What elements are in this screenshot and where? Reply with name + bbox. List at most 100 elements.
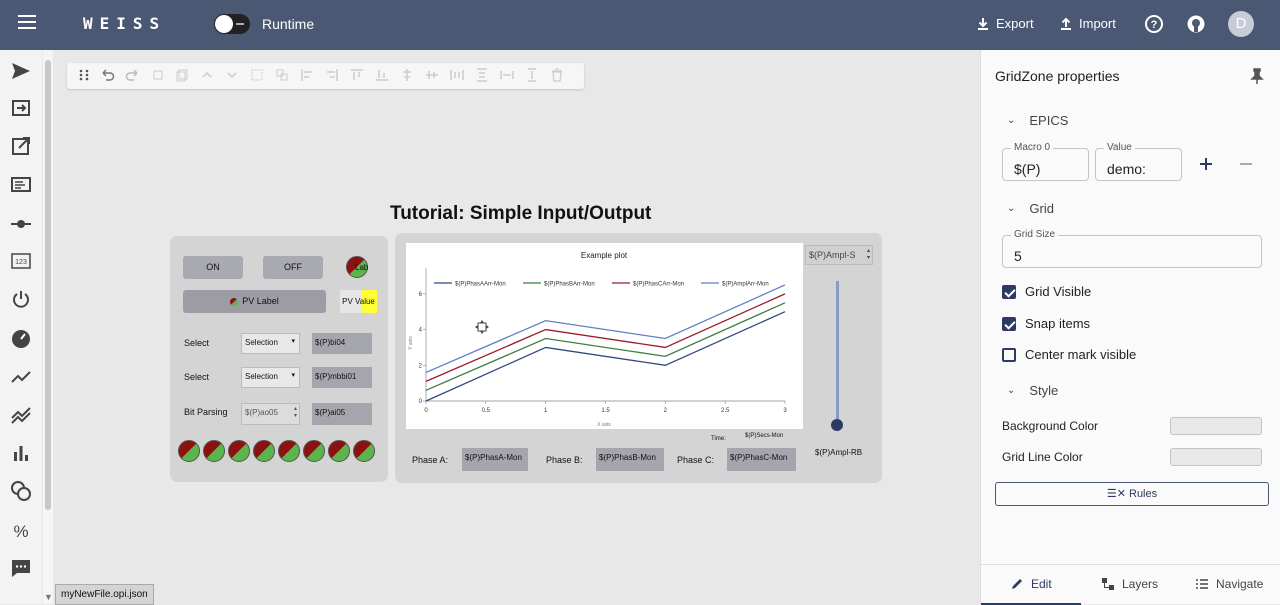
on-button[interactable]: ON [183, 256, 243, 279]
select1-label: Select [184, 338, 210, 348]
scroll-down-icon[interactable]: ▼ [44, 592, 53, 602]
gauge-icon[interactable] [10, 328, 32, 350]
tab-navigate[interactable]: Navigate [1195, 577, 1263, 591]
github-icon[interactable] [1186, 14, 1206, 34]
grid-section-header[interactable]: ⌄ Grid [1007, 201, 1054, 216]
bring-forward-icon[interactable] [200, 68, 214, 82]
mini-led-icon [230, 297, 239, 306]
spinner-icon: ▴ ▾ [293, 406, 297, 419]
align-right-icon[interactable] [325, 68, 339, 82]
external-link-icon[interactable] [10, 135, 32, 157]
export-button[interactable]: Export [976, 16, 1034, 31]
avatar[interactable]: D [1228, 11, 1254, 37]
epics-section-header[interactable]: ⌄ EPICS [1007, 113, 1068, 128]
value-label: Value [1104, 142, 1135, 153]
ampl-slider-track[interactable] [836, 281, 839, 424]
undo-icon[interactable] [101, 68, 115, 82]
runtime-toggle[interactable] [214, 14, 250, 34]
help-icon[interactable]: ? [1144, 14, 1164, 34]
plot-title: Example plot [581, 251, 628, 260]
file-tab[interactable]: myNewFile.opi.json [55, 584, 154, 605]
text-fields-icon[interactable] [10, 173, 32, 195]
send-backward-icon[interactable] [225, 68, 239, 82]
align-vcenter-icon[interactable] [425, 68, 439, 82]
tab-layers[interactable]: Layers [1101, 577, 1158, 591]
bar-chart-icon[interactable] [10, 442, 32, 464]
dropdown-arrow-icon: ▾ [291, 338, 295, 345]
background-color-swatch[interactable] [1170, 417, 1262, 435]
bit-led-6 [328, 440, 350, 462]
grid-line-color-label: Grid Line Color [1002, 450, 1083, 464]
distribute-v-icon[interactable] [475, 68, 489, 82]
align-top-icon[interactable] [350, 68, 364, 82]
same-width-icon[interactable] [500, 68, 514, 82]
grid-size-label: Grid Size [1011, 229, 1059, 240]
align-hcenter-icon[interactable] [400, 68, 414, 82]
select1-pv-field: $(P)bi04 [312, 333, 372, 354]
select2-dropdown[interactable]: Selection ▾ [241, 367, 300, 388]
slider-icon[interactable] [10, 213, 32, 235]
x-tick-label: 0 [424, 408, 428, 414]
phase-c-label: Phase C: [677, 455, 715, 465]
snap-items-checkbox[interactable]: Snap items [1002, 316, 1090, 331]
numeric-123-icon[interactable]: 123 [10, 250, 32, 272]
bit-led-5 [303, 440, 325, 462]
example-plot[interactable]: Example plot 0 0.5 1 1.5 2 2.5 3 0 2 4 6 X axis Y axi… [406, 243, 803, 429]
grid-line-color-swatch[interactable] [1170, 448, 1262, 466]
delete-icon[interactable] [550, 68, 564, 82]
coins-icon[interactable] [10, 480, 32, 502]
pv-label-button[interactable]: PV Label [183, 290, 326, 313]
grid-size-field[interactable]: Grid Size 5 [1002, 229, 1262, 268]
pin-icon[interactable] [1249, 68, 1265, 84]
bit-parsing-value: $(P)ao05 [245, 408, 278, 417]
list-icon [1196, 579, 1208, 589]
redo-icon[interactable] [125, 68, 139, 82]
align-bottom-icon[interactable] [375, 68, 389, 82]
edit-toolbar [67, 63, 584, 89]
bit-led-4 [278, 440, 300, 462]
ungroup-icon[interactable] [275, 68, 289, 82]
menu-icon[interactable] [18, 15, 36, 35]
percent-icon[interactable]: % [10, 520, 32, 542]
align-left-icon[interactable] [300, 68, 314, 82]
editor-canvas[interactable]: Tutorial: Simple Input/Output ON OFF Lab… [53, 50, 980, 604]
ampl-select[interactable]: $(P)Ampl-S ▴ ▾ [805, 245, 873, 265]
ampl-slider-thumb[interactable] [831, 419, 843, 431]
rules-button[interactable]: ☰✕ Rules [995, 482, 1269, 506]
same-height-icon[interactable] [525, 68, 539, 82]
group-icon[interactable] [250, 68, 264, 82]
macro-value-field[interactable]: Value demo: [1095, 142, 1182, 181]
background-color-label: Background Color [1002, 419, 1099, 433]
macro-field[interactable]: Macro 0 $(P) [1002, 142, 1089, 181]
add-macro-icon[interactable] [1198, 156, 1214, 172]
select1-dropdown[interactable]: Selection ▾ [241, 333, 300, 354]
paste-icon[interactable] [175, 68, 189, 82]
input-icon[interactable] [10, 97, 32, 119]
phase-b-field: $(P)PhasB-Mon [596, 448, 664, 471]
phase-c-field: $(P)PhasC-Mon [727, 448, 796, 471]
drag-handle-icon[interactable] [77, 68, 91, 82]
remove-macro-icon[interactable] [1238, 156, 1254, 172]
message-icon[interactable] [10, 557, 32, 579]
scrollbar-thumb[interactable] [45, 60, 51, 510]
line-chart-icon[interactable] [10, 366, 32, 388]
center-mark-checkbox[interactable]: Center mark visible [1002, 347, 1136, 362]
style-section-header[interactable]: ⌄ Style [1007, 383, 1058, 398]
tab-navigate-label: Navigate [1216, 577, 1264, 591]
x-tick-label: 1.5 [601, 408, 610, 414]
import-button[interactable]: Import [1059, 16, 1116, 31]
tab-edit[interactable]: Edit [1010, 577, 1052, 591]
send-icon[interactable] [10, 60, 32, 82]
copy-icon[interactable] [151, 68, 165, 82]
multi-line-chart-icon[interactable] [10, 404, 32, 426]
sidebar-scrollbar[interactable]: ▼ [43, 50, 53, 604]
grid-visible-checkbox[interactable]: Grid Visible [1002, 284, 1091, 299]
off-button[interactable]: OFF [263, 256, 323, 279]
bit-parsing-input[interactable]: $(P)ao05 ▴ ▾ [241, 403, 300, 425]
properties-title: GridZone properties [995, 68, 1120, 84]
io-group-panel[interactable]: ON OFF Lab PV Label PV Value Select Sele… [170, 236, 388, 482]
distribute-h-icon[interactable] [450, 68, 464, 82]
x-tick-label: 1 [544, 408, 548, 414]
x-tick-label: 2 [664, 408, 668, 414]
power-icon[interactable] [10, 288, 32, 310]
